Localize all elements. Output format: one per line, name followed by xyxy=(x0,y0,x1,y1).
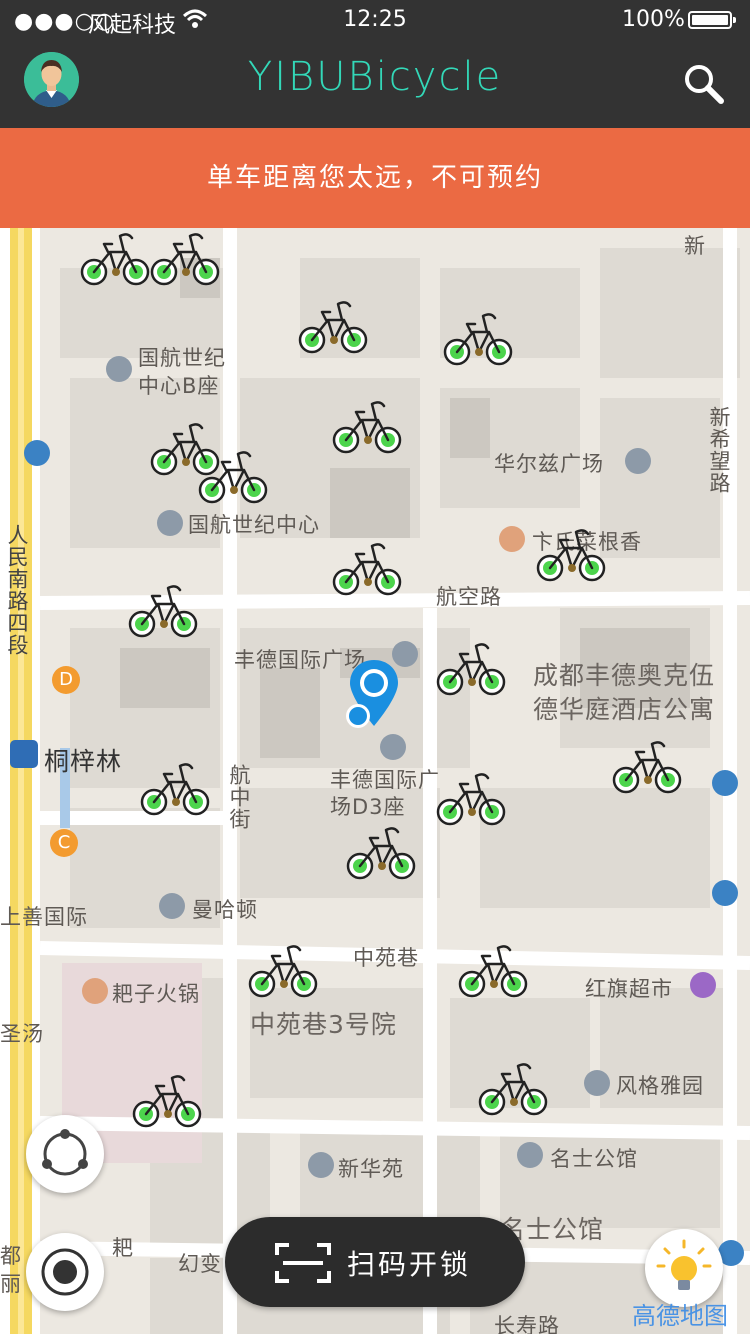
bike-marker-icon[interactable] xyxy=(612,736,682,796)
bus-stop-icon xyxy=(24,440,50,466)
shopping-icon xyxy=(690,972,716,998)
bike-marker-icon[interactable] xyxy=(332,538,402,598)
bus-stop-icon xyxy=(712,770,738,796)
bike-marker-icon[interactable] xyxy=(198,446,268,506)
refresh-icon xyxy=(42,1129,88,1176)
poi-label: 圣汤 xyxy=(0,1022,44,1046)
bike-marker-icon[interactable] xyxy=(458,940,528,1000)
battery-percent: 100% xyxy=(622,7,685,32)
residence-icon xyxy=(308,1152,334,1178)
nav-bar: YIBUBicycle xyxy=(0,40,750,128)
bike-marker-icon[interactable] xyxy=(332,396,402,456)
metro-icon xyxy=(10,740,38,768)
locate-button[interactable] xyxy=(26,1233,104,1311)
bus-stop-icon xyxy=(712,880,738,906)
bike-marker-icon[interactable] xyxy=(478,1058,548,1118)
alert-banner: 单车距离您太远，不可预约 xyxy=(0,128,750,228)
search-button[interactable] xyxy=(682,62,726,106)
scan-unlock-label: 扫码开锁 xyxy=(347,1248,472,1281)
road-label: 长寿路 xyxy=(494,1314,560,1334)
refresh-button[interactable] xyxy=(26,1115,104,1193)
search-icon xyxy=(685,65,724,104)
residence-icon xyxy=(517,1142,543,1168)
poi-label: 华尔兹广场 xyxy=(494,452,604,476)
bike-marker-icon[interactable] xyxy=(443,308,513,368)
poi-label: 幻变 xyxy=(178,1252,222,1276)
status-bar: ●●●○○ 风起科技 12:25 100% xyxy=(0,0,750,40)
building-icon xyxy=(157,510,183,536)
residence-icon xyxy=(584,1070,610,1096)
battery-icon xyxy=(688,11,736,29)
poi-label: 中苑巷3号院 xyxy=(250,1010,397,1039)
metro-exit-c-icon: C xyxy=(50,829,78,857)
building-icon xyxy=(380,734,406,760)
bike-marker-icon[interactable] xyxy=(536,524,606,584)
poi-label: 场D3座 xyxy=(330,795,406,819)
bike-marker-icon[interactable] xyxy=(140,758,210,818)
bike-marker-icon[interactable] xyxy=(346,822,416,882)
road-label: 航中街 xyxy=(227,764,251,830)
poi-label: 德华庭酒店公寓 xyxy=(533,695,716,724)
poi-label: 红旗超市 xyxy=(585,977,673,1001)
building-icon xyxy=(106,356,132,382)
poi-label: 丰德国际广 xyxy=(330,768,440,792)
bike-marker-icon[interactable] xyxy=(150,228,220,288)
scan-icon xyxy=(275,1243,331,1283)
app-title: YIBUBicycle xyxy=(247,54,503,100)
building-icon xyxy=(159,893,185,919)
poi-label: 名士公馆 xyxy=(550,1147,638,1171)
poi-label: 国航世纪中心 xyxy=(188,513,320,537)
poi-label: 新华苑 xyxy=(338,1157,404,1181)
road-label: 人民南路四段 xyxy=(5,524,29,656)
restaurant-icon xyxy=(82,978,108,1004)
poi-label: 耙 xyxy=(112,1236,134,1260)
bike-marker-icon[interactable] xyxy=(436,638,506,698)
poi-label: 丽 xyxy=(0,1272,22,1296)
poi-label: 都 xyxy=(0,1244,22,1268)
poi-label: 新 xyxy=(684,234,706,258)
bike-marker-icon[interactable] xyxy=(298,296,368,356)
road-label: 航空路 xyxy=(436,585,502,609)
metro-label: 桐梓林 xyxy=(44,747,123,776)
bike-marker-icon[interactable] xyxy=(128,580,198,640)
poi-label: 国航世纪 xyxy=(138,346,226,370)
poi-label: 上善国际 xyxy=(0,905,88,929)
locate-icon xyxy=(41,1248,89,1296)
map-view[interactable]: 国航世纪 中心B座 国航世纪中心 华尔兹广场 卞氏菜根香 航空路 丰德国际广场 … xyxy=(0,228,750,1334)
bike-marker-icon[interactable] xyxy=(436,768,506,828)
restaurant-icon xyxy=(499,526,525,552)
poi-label: 风格雅园 xyxy=(616,1074,704,1098)
location-pin-icon[interactable] xyxy=(338,656,402,732)
poi-label: 成都丰德奥克伍 xyxy=(533,661,716,690)
poi-label: 中心B座 xyxy=(138,374,220,398)
road-label: 新希望路 xyxy=(707,406,731,494)
bike-marker-icon[interactable] xyxy=(248,940,318,1000)
bike-marker-icon[interactable] xyxy=(132,1070,202,1130)
road-label: 中苑巷 xyxy=(353,946,419,970)
metro-exit-d-icon: D xyxy=(52,666,80,694)
amap-logo: 高德地图 xyxy=(632,1302,728,1330)
poi-label: 耙子火锅 xyxy=(112,982,200,1006)
building-icon xyxy=(625,448,651,474)
poi-label: 曼哈顿 xyxy=(192,898,258,922)
bike-marker-icon[interactable] xyxy=(80,228,150,288)
scan-unlock-button[interactable]: 扫码开锁 xyxy=(225,1217,525,1307)
